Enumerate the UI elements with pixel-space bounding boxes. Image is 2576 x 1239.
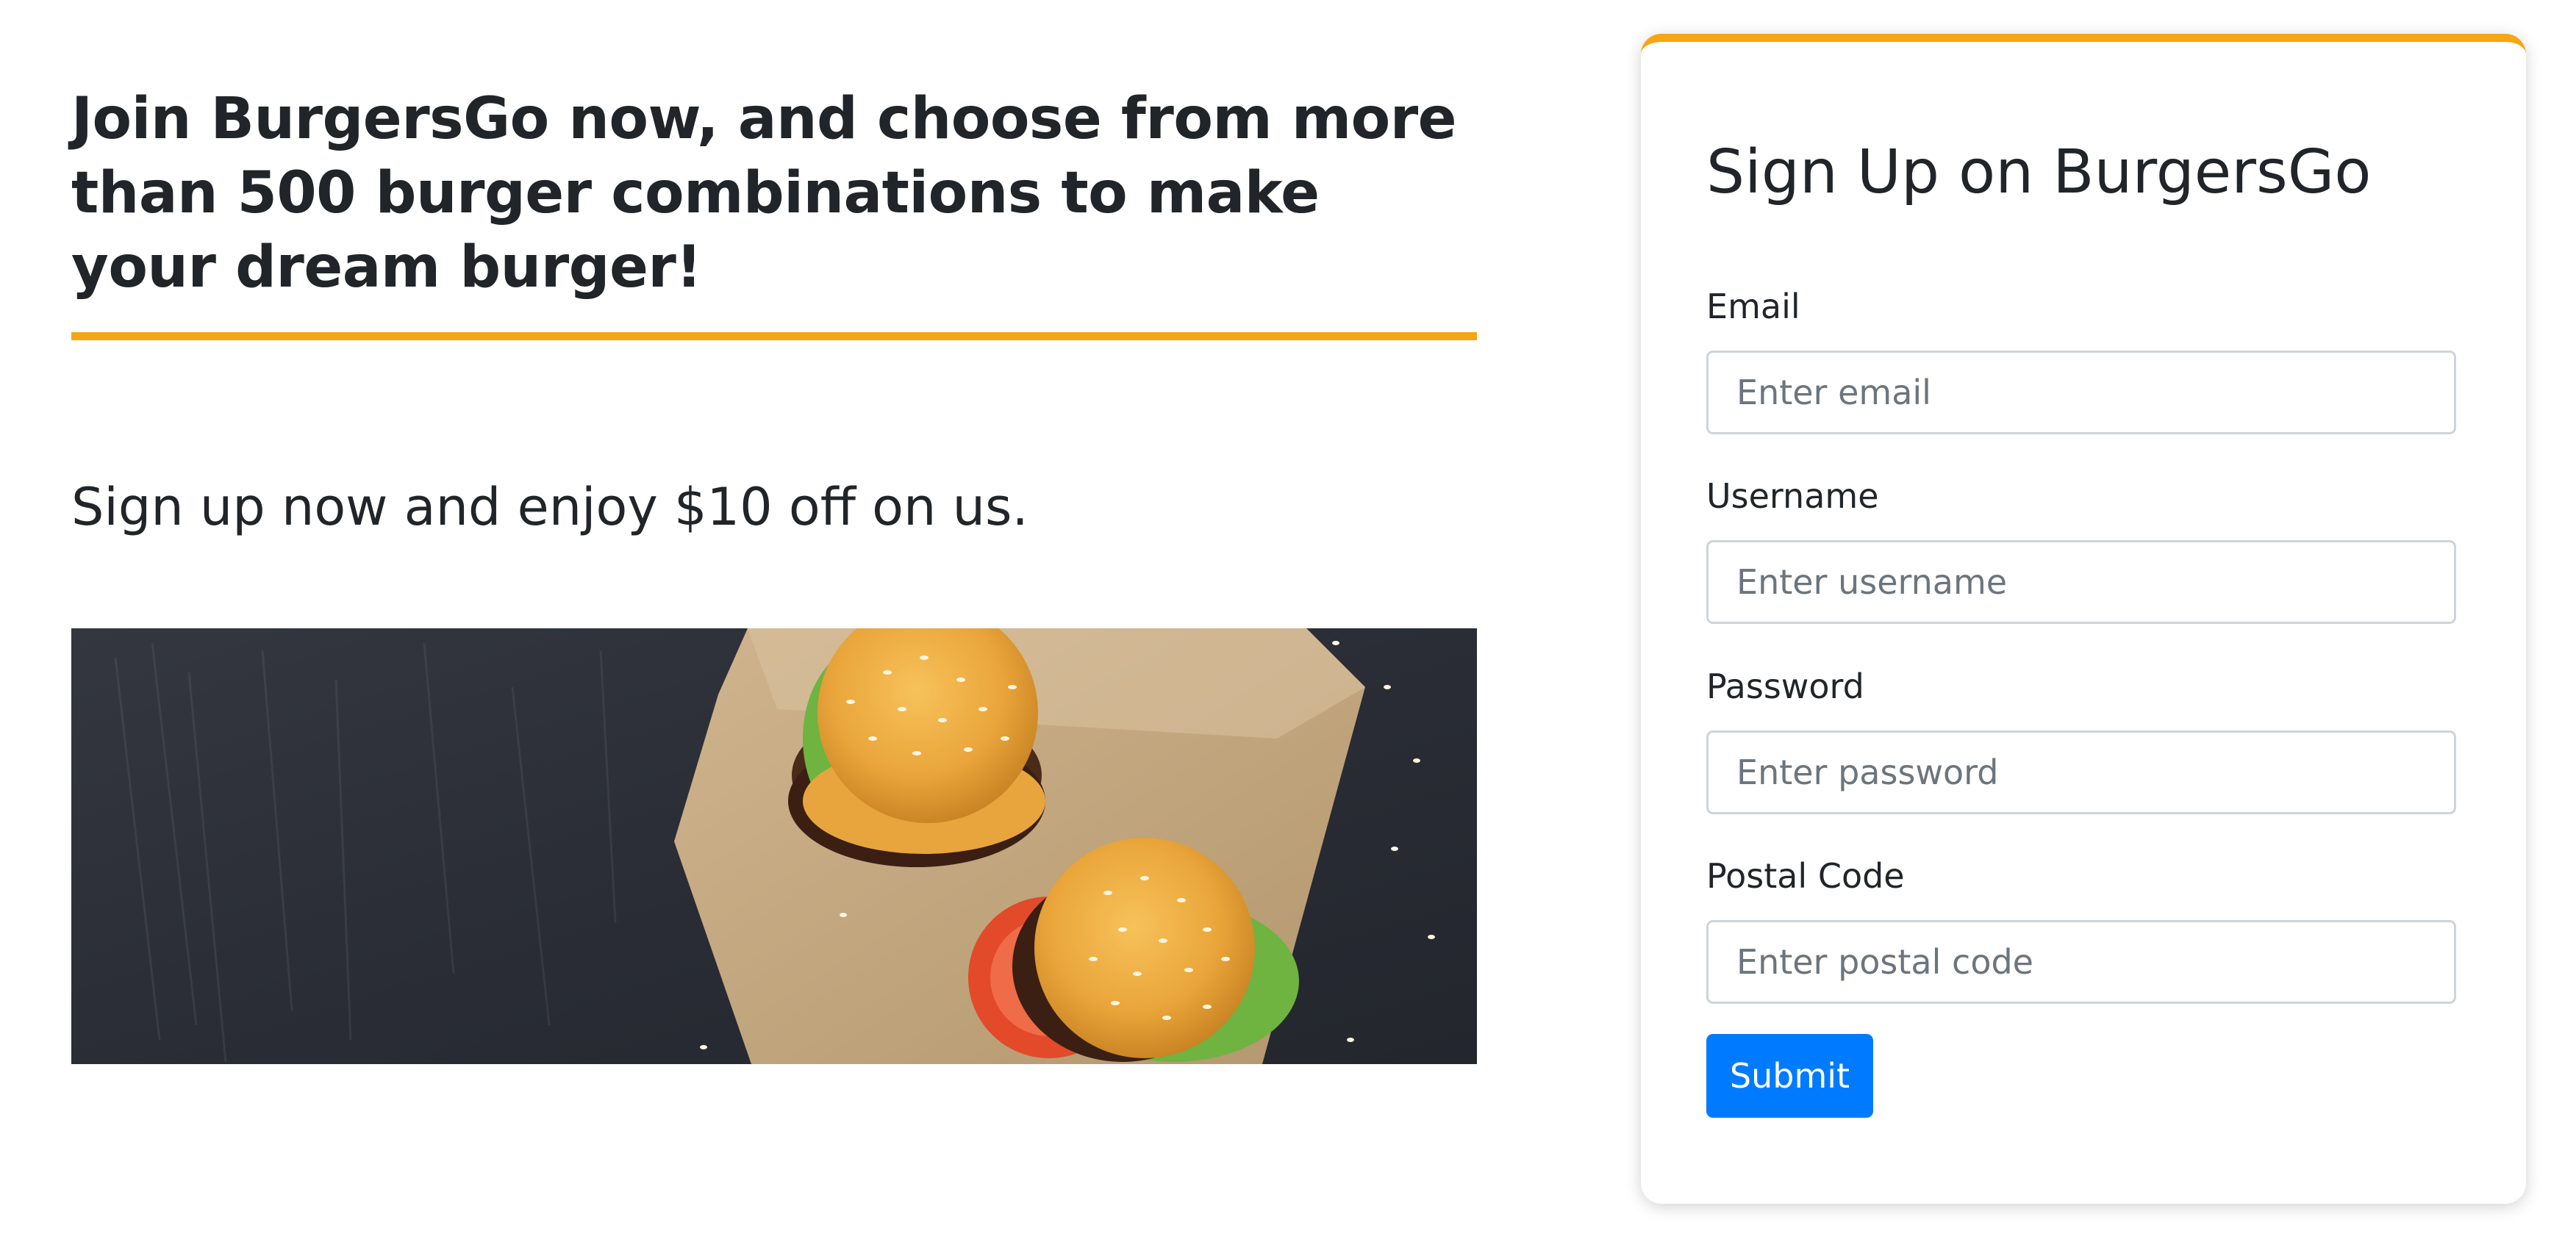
username-input[interactable] — [1706, 540, 2456, 624]
hero-headline: Join BurgersGo now, and choose from more… — [71, 86, 1457, 301]
burger-hero-image — [71, 628, 1477, 1064]
accent-divider — [71, 332, 1477, 340]
postal-code-label: Postal Code — [1706, 856, 1905, 896]
submit-button[interactable]: Submit — [1706, 1034, 1873, 1118]
email-label: Email — [1706, 287, 1800, 326]
password-label: Password — [1706, 667, 1864, 706]
hero-subtext: Sign up now and enjoy $10 off on us. — [71, 477, 1028, 537]
postal-code-input[interactable] — [1706, 920, 2456, 1004]
password-input[interactable] — [1706, 730, 2456, 814]
username-label: Username — [1706, 476, 1879, 516]
hero-section: Join BurgersGo now, and choose from more… — [71, 0, 1477, 1064]
signup-card: Sign Up on BurgersGo Email Username Pass… — [1641, 34, 2526, 1204]
email-input[interactable] — [1706, 351, 2456, 434]
signup-title: Sign Up on BurgersGo — [1706, 137, 2372, 207]
